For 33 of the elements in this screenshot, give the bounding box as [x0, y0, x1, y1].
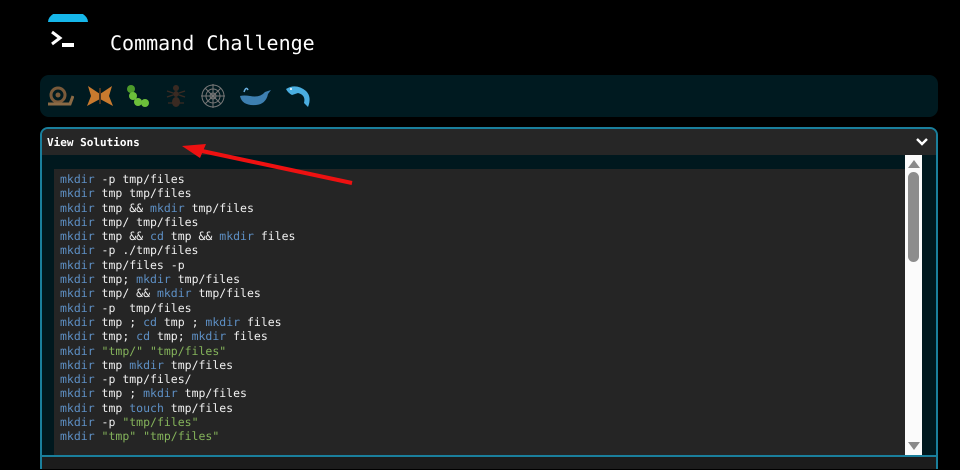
scroll-up-icon[interactable]: [908, 159, 920, 168]
scroll-thumb[interactable]: [908, 172, 919, 262]
code-line: mkdir tmp; cd tmp; mkdir files: [60, 329, 269, 344]
code-line: mkdir -p tmp/files/: [60, 372, 193, 386]
code-line: mkdir -p "tmp/files": [60, 415, 200, 430]
caterpillar-icon: [126, 84, 152, 108]
panel-title[interactable]: View Solutions: [47, 136, 140, 148]
app-title: Command Challenge: [110, 31, 315, 55]
code-line: mkdir tmp ; mkdir tmp/files: [60, 386, 248, 401]
ant-icon: [164, 83, 188, 109]
code-line: mkdir -p tmp/files: [60, 300, 193, 315]
code-line: mkdir tmp ; cd tmp ; mkdir files: [60, 314, 283, 330]
scrollbar[interactable]: [905, 155, 922, 455]
spider-web-icon: [200, 83, 226, 109]
code-line: mkdir tmp/ tmp/files: [60, 214, 200, 230]
snail-icon: [46, 85, 74, 107]
code-line: mkdir tmp touch tmp/files: [60, 400, 234, 416]
dome-icon: [48, 14, 88, 22]
code-line: mkdir tmp mkdir tmp/files: [60, 358, 234, 372]
terminal-icon: [50, 30, 76, 48]
code-line: mkdir -p ./tmp/files: [60, 243, 200, 258]
code-line: mkdir -p tmp/files: [60, 172, 186, 186]
code-line: mkdir tmp tmp/files: [60, 186, 193, 201]
code-line: mkdir tmp; mkdir tmp/files: [60, 272, 242, 286]
code-line: mkdir "tmp/" "tmp/files": [60, 344, 228, 358]
code-line: mkdir tmp/files -p: [60, 258, 186, 272]
code-line: mkdir tmp && mkdir tmp/files: [60, 200, 255, 215]
scroll-down-icon[interactable]: [908, 442, 920, 451]
code-line: mkdir tmp/ && mkdir tmp/files: [60, 286, 262, 301]
code-line: mkdir "tmp" "tmp/files": [60, 429, 220, 444]
code-line: mkdir tmp && cd tmp && mkdir files: [60, 229, 296, 244]
chevron-icon[interactable]: [916, 138, 928, 146]
butterfly-icon: [86, 84, 114, 108]
